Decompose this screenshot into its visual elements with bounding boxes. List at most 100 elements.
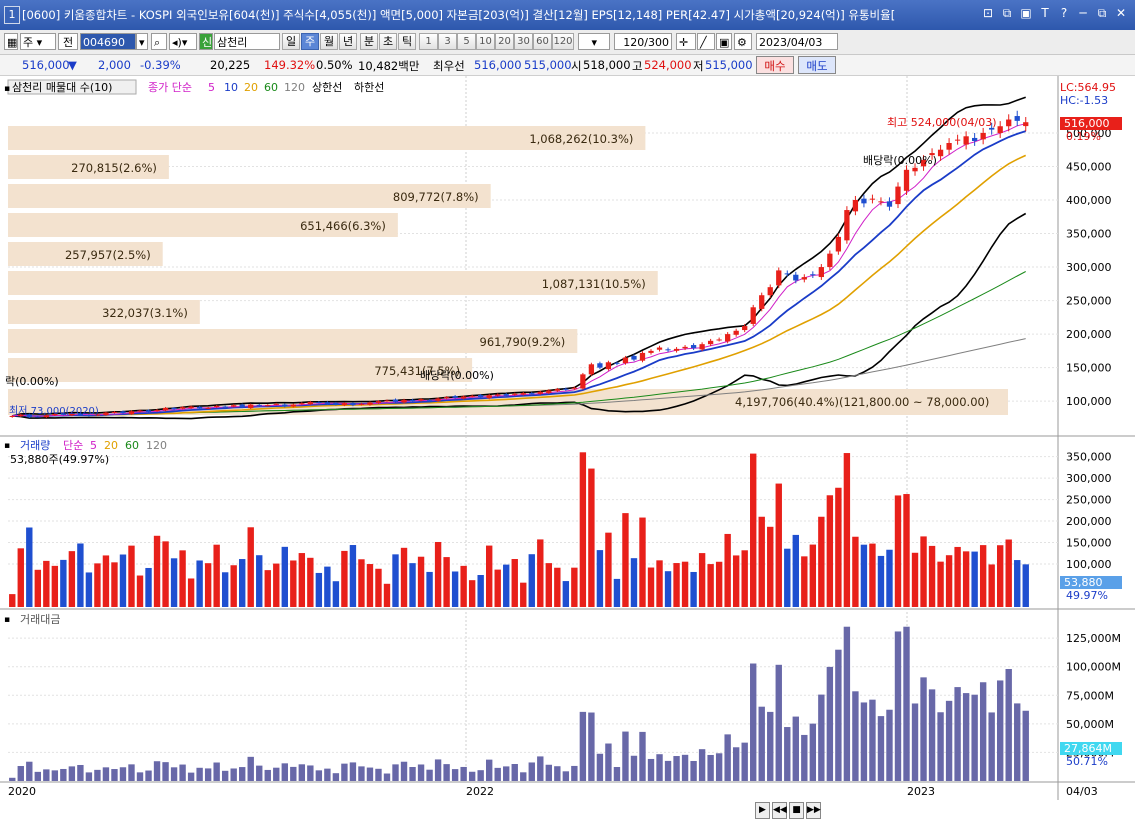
sound-icon[interactable]: ◂)▾ bbox=[169, 33, 197, 50]
amount-badge-value: 27,864M bbox=[1064, 742, 1112, 755]
period-year-button[interactable]: 년 bbox=[339, 33, 357, 50]
volume-bar bbox=[715, 561, 723, 607]
amount-bar bbox=[630, 755, 638, 781]
interval-3-button[interactable]: 3 bbox=[438, 33, 457, 50]
buy-button[interactable]: 매수 bbox=[756, 56, 794, 74]
period-day-button[interactable]: 일 bbox=[282, 33, 300, 50]
legend-item-ma20[interactable]: 20 bbox=[244, 81, 258, 94]
count-field[interactable]: 120/300 bbox=[614, 33, 672, 50]
legend-item-lower-band[interactable]: 하한선 bbox=[354, 80, 384, 94]
candle-body bbox=[750, 307, 756, 324]
volume-bar bbox=[349, 545, 357, 607]
copy-icon[interactable]: ⧉ bbox=[999, 5, 1015, 22]
volume-bar bbox=[102, 555, 110, 607]
volume-bar bbox=[852, 536, 859, 607]
candle-body bbox=[665, 349, 671, 351]
ask-price: 516,000 bbox=[474, 58, 522, 72]
legend-item-ma60[interactable]: 60 bbox=[264, 81, 278, 94]
font-icon[interactable]: T bbox=[1037, 5, 1053, 22]
period-tick-button[interactable]: 틱 bbox=[398, 33, 416, 50]
interval-60-button[interactable]: 60 bbox=[533, 33, 552, 50]
amount-bar bbox=[732, 747, 740, 781]
settings-icon[interactable]: ▦ bbox=[4, 33, 18, 50]
price-tick-label: 150,000 bbox=[1066, 362, 1112, 375]
scroll-right-icon[interactable]: ▶ bbox=[755, 802, 770, 819]
interval-1-button[interactable]: 1 bbox=[419, 33, 438, 50]
amount-bar bbox=[119, 767, 127, 781]
stock-name-field[interactable]: 삼천리 bbox=[214, 33, 280, 50]
chart-toolbar: ▦ 주 ▾ 전 004690 ▾ ⌕ ◂)▾ 신 삼천리 일 주 월 년 분 초… bbox=[0, 30, 1135, 55]
legend-item-ma120[interactable]: 120 bbox=[284, 81, 305, 94]
period-minute-button[interactable]: 분 bbox=[360, 33, 378, 50]
volume-bar bbox=[341, 550, 348, 607]
save-icon[interactable]: ▣ bbox=[716, 33, 732, 50]
search-icon[interactable]: ⌕ bbox=[151, 33, 167, 50]
interval-5-button[interactable]: 5 bbox=[457, 33, 476, 50]
interval-30-button[interactable]: 30 bbox=[514, 33, 533, 50]
period-month-button[interactable]: 월 bbox=[320, 33, 338, 50]
amount-bar bbox=[767, 711, 774, 781]
link-icon[interactable]: ⊡ bbox=[980, 5, 996, 22]
code-dropdown-icon[interactable]: ▾ bbox=[136, 33, 148, 50]
candle-body bbox=[358, 403, 365, 405]
restore-icon[interactable]: ⧉ bbox=[1094, 5, 1110, 22]
gear-icon[interactable]: ⚙ bbox=[734, 33, 752, 50]
period-week-button[interactable]: 주 bbox=[301, 33, 319, 50]
volume-ma20[interactable]: 20 bbox=[104, 439, 118, 452]
stop-icon[interactable]: ■ bbox=[789, 802, 804, 819]
layout-icon[interactable]: ▣ bbox=[1018, 5, 1034, 22]
volume-ma5[interactable]: 5 bbox=[90, 439, 97, 452]
volume-ma120[interactable]: 120 bbox=[146, 439, 167, 452]
forward-icon[interactable]: ▶▶ bbox=[806, 802, 821, 819]
period-second-button[interactable]: 초 bbox=[379, 33, 397, 50]
code-input[interactable]: 004690 bbox=[80, 33, 136, 50]
volume-bar bbox=[230, 565, 237, 607]
sell-button[interactable]: 매도 bbox=[798, 56, 836, 74]
chart-area[interactable]: 1,068,262(10.3%) 270,815(2.6%) 809,772(7.8… bbox=[0, 76, 1135, 800]
minimize-icon[interactable]: ─ bbox=[1075, 5, 1091, 22]
volume-ma-label[interactable]: 단순 bbox=[63, 439, 83, 452]
interval-120-button[interactable]: 120 bbox=[552, 33, 574, 50]
collapse-icon-amount[interactable]: ▪ bbox=[4, 615, 10, 625]
interval-dropdown[interactable]: ▾ bbox=[578, 33, 610, 50]
amount-bar bbox=[443, 764, 450, 781]
prev-button[interactable]: 전 bbox=[58, 33, 78, 50]
low-label: 저 bbox=[693, 59, 704, 73]
candle-body bbox=[316, 402, 322, 404]
candle-body bbox=[852, 200, 859, 212]
date-field[interactable]: 2023/04/03 bbox=[756, 33, 838, 50]
amount-bar bbox=[128, 764, 135, 781]
volume-bar bbox=[256, 555, 263, 607]
legend-item-upper-band[interactable]: 상한선 bbox=[312, 81, 342, 94]
amount-bar bbox=[579, 711, 587, 781]
amount-legend[interactable]: 거래대금 bbox=[20, 613, 60, 626]
volume-legend[interactable]: 거래량 bbox=[20, 439, 50, 452]
amount-bar bbox=[213, 762, 220, 781]
cross-tool-icon[interactable]: ✛ bbox=[676, 33, 696, 50]
close-icon[interactable]: ✕ bbox=[1113, 5, 1129, 22]
legend-item-ma-label[interactable]: 종가 단순 bbox=[148, 81, 192, 94]
amount-bar bbox=[451, 769, 459, 781]
legend-item-ma10[interactable]: 10 bbox=[224, 81, 238, 94]
market-select[interactable]: 주 ▾ bbox=[20, 33, 56, 50]
window-title: [0600] 키움종합차트 - KOSPI 외국인보유[604(천)] 주식수[… bbox=[22, 8, 896, 22]
price-tick-label: 250,000 bbox=[1066, 295, 1112, 308]
help-icon[interactable]: ? bbox=[1056, 5, 1072, 22]
collapse-icon[interactable]: ▪ bbox=[4, 84, 10, 94]
profile-legend[interactable]: 삼천리 매물대 수(10) bbox=[12, 80, 112, 94]
amount-tick-label: 100,000M bbox=[1066, 661, 1121, 674]
interval-20-button[interactable]: 20 bbox=[495, 33, 514, 50]
candle-body bbox=[179, 407, 186, 409]
volume-bar bbox=[979, 545, 987, 607]
volume-ma60[interactable]: 60 bbox=[125, 439, 139, 452]
rewind-icon[interactable]: ◀◀ bbox=[772, 802, 787, 819]
candle-body bbox=[367, 402, 373, 405]
new-badge: 신 bbox=[199, 33, 213, 50]
candle-body bbox=[214, 405, 220, 407]
collapse-icon-volume[interactable]: ▪ bbox=[4, 441, 10, 451]
legend-item-ma5[interactable]: 5 bbox=[208, 81, 215, 94]
volume-bar bbox=[1022, 564, 1029, 607]
line-tool-icon[interactable]: ╱ bbox=[697, 33, 715, 50]
interval-10-button[interactable]: 10 bbox=[476, 33, 495, 50]
x-axis-label-end: 04/03 bbox=[1066, 785, 1098, 798]
